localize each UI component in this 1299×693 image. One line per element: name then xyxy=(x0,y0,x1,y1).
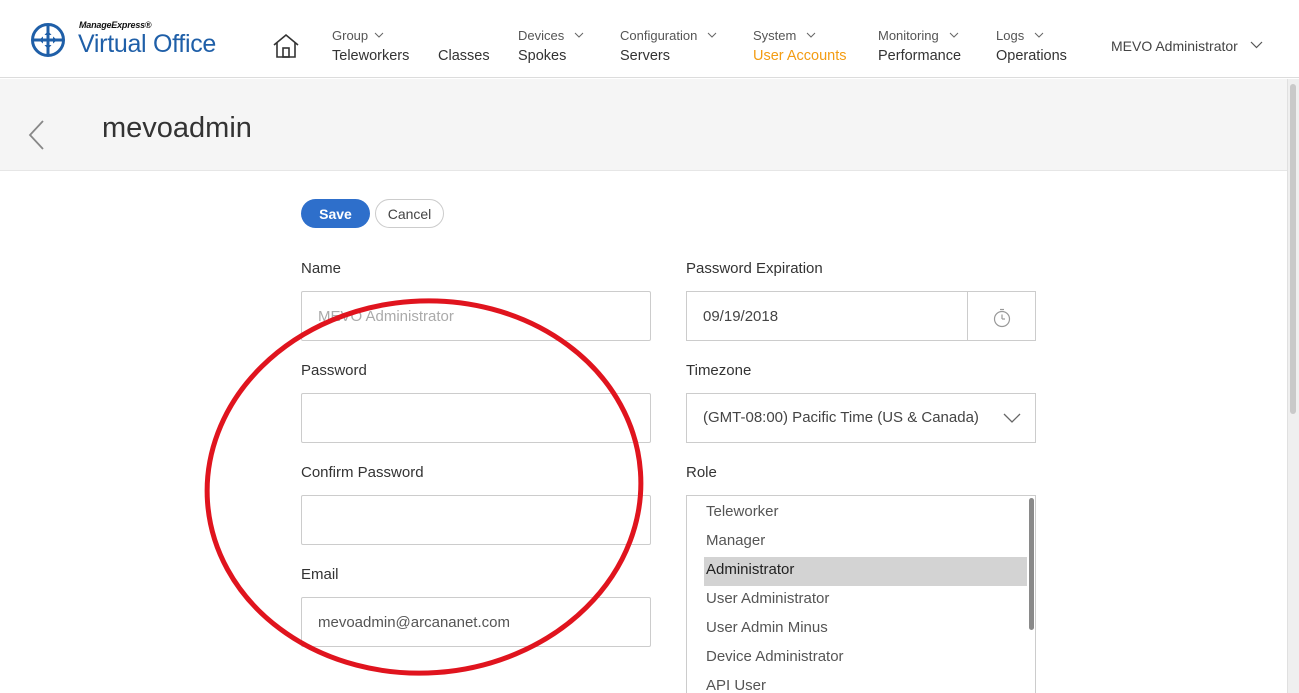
nav-teleworkers[interactable]: Teleworkers xyxy=(332,48,409,64)
timezone-value: (GMT-08:00) Pacific Time (US & Canada) xyxy=(703,409,979,426)
page-scrollbar-thumb[interactable] xyxy=(1290,84,1296,414)
role-option-teleworker[interactable]: Teleworker xyxy=(704,499,1028,528)
role-option-user-administrator[interactable]: User Administrator xyxy=(704,586,1028,615)
home-icon[interactable] xyxy=(272,33,300,59)
cancel-button[interactable]: Cancel xyxy=(375,199,444,228)
nav-operations[interactable]: Operations xyxy=(996,48,1067,64)
chevron-down-icon xyxy=(1034,32,1044,38)
confirm-password-label: Confirm Password xyxy=(301,464,424,481)
nav-performance[interactable]: Performance xyxy=(878,48,961,64)
save-button[interactable]: Save xyxy=(301,199,370,228)
name-input[interactable] xyxy=(301,291,651,341)
role-option-api-user[interactable]: API User xyxy=(704,673,1028,693)
nav-servers[interactable]: Servers xyxy=(620,48,670,64)
role-listbox-scrollbar-thumb[interactable] xyxy=(1029,498,1034,630)
nav-group-label: Group xyxy=(332,28,369,43)
timezone-select[interactable]: (GMT-08:00) Pacific Time (US & Canada) xyxy=(686,393,1036,443)
email-label: Email xyxy=(301,566,339,583)
password-input[interactable] xyxy=(301,393,651,443)
password-label: Password xyxy=(301,362,367,379)
name-label: Name xyxy=(301,260,342,277)
brand-name: Virtual Office xyxy=(78,30,216,58)
email-input[interactable] xyxy=(301,597,651,647)
page-header: mevoadmin xyxy=(0,79,1287,171)
timezone-label: Timezone xyxy=(686,362,752,379)
nav-spokes[interactable]: Spokes xyxy=(518,48,566,64)
user-menu[interactable]: MEVO Administrator xyxy=(1111,38,1263,54)
chevron-down-icon xyxy=(949,32,959,38)
role-option-user-admin-minus[interactable]: User Admin Minus xyxy=(704,615,1028,644)
nav-devices-label: Devices xyxy=(518,28,565,43)
user-menu-label: MEVO Administrator xyxy=(1111,38,1238,54)
logo-icon xyxy=(31,23,65,57)
chevron-down-icon xyxy=(574,32,584,38)
nav-logs-label: Logs xyxy=(996,28,1025,43)
top-navigation-bar: ManageExpress® Virtual Office Group Tele… xyxy=(0,0,1299,78)
chevron-down-icon xyxy=(374,32,384,38)
timer-icon xyxy=(993,308,1011,328)
nav-configuration-label: Configuration xyxy=(620,28,698,43)
page-title: mevoadmin xyxy=(102,112,252,144)
nav-system-label: System xyxy=(753,28,797,43)
password-expiration-input[interactable] xyxy=(686,291,968,341)
role-option-administrator[interactable]: Administrator xyxy=(704,557,1028,586)
chevron-down-icon xyxy=(1250,41,1263,49)
role-option-device-administrator[interactable]: Device Administrator xyxy=(704,644,1028,673)
password-expiration-label: Password Expiration xyxy=(686,260,823,277)
back-arrow-icon[interactable] xyxy=(28,120,44,150)
brand-logo[interactable]: ManageExpress® Virtual Office xyxy=(30,18,240,62)
brand-tagline: ManageExpress® xyxy=(79,20,152,30)
nav-user-accounts[interactable]: User Accounts xyxy=(753,48,847,64)
chevron-down-icon xyxy=(1003,413,1021,423)
date-picker-button[interactable] xyxy=(967,291,1036,341)
confirm-password-input[interactable] xyxy=(301,495,651,545)
role-option-manager[interactable]: Manager xyxy=(704,528,1028,557)
role-listbox[interactable]: Teleworker Manager Administrator User Ad… xyxy=(686,495,1036,693)
nav-classes[interactable]: Classes xyxy=(438,48,490,64)
nav-monitoring-label: Monitoring xyxy=(878,28,939,43)
chevron-down-icon xyxy=(806,32,816,38)
chevron-down-icon xyxy=(707,32,717,38)
role-label: Role xyxy=(686,464,717,481)
